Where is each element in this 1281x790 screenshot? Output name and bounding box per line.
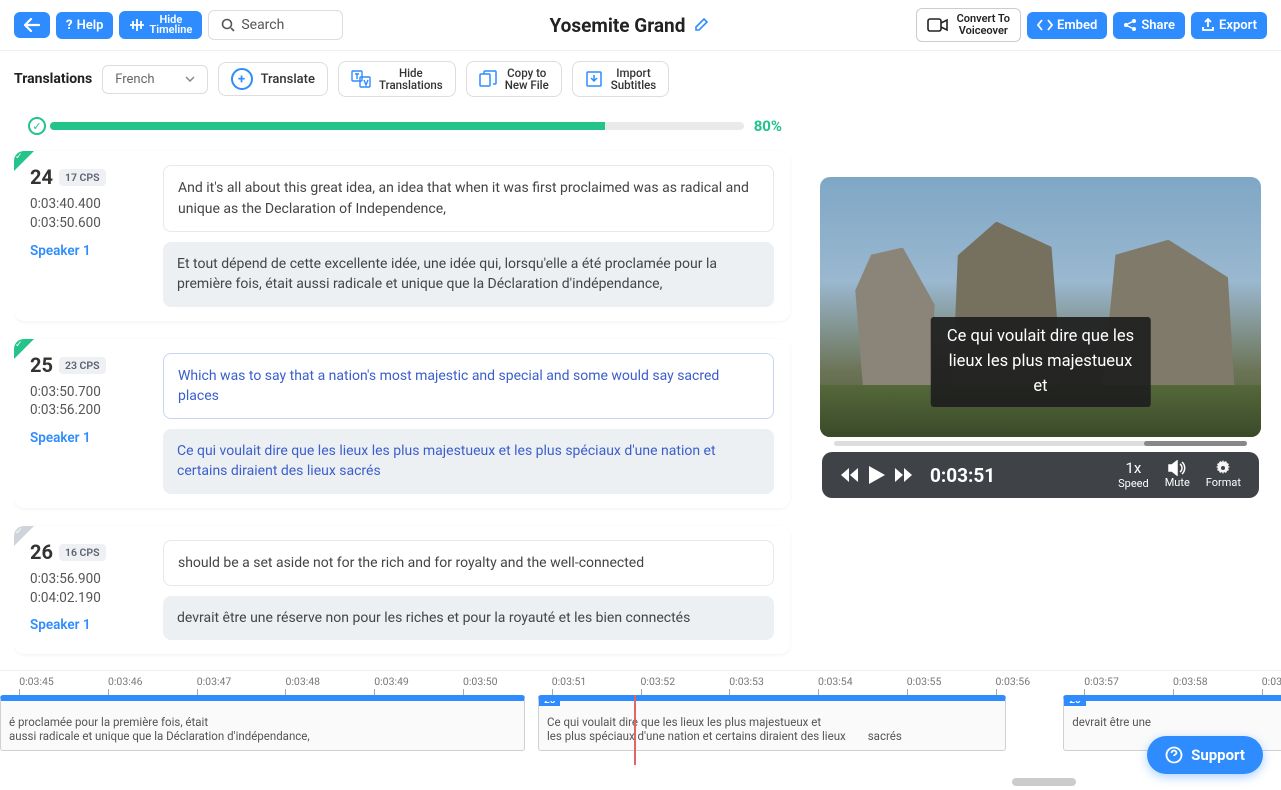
- ruler-tick: 0:03:57: [1084, 675, 1119, 688]
- ruler-tick: 0:03:49: [374, 675, 409, 688]
- original-text[interactable]: And it's all about this great idea, an i…: [163, 165, 774, 232]
- translated-text[interactable]: Et tout dépend de cette excellente idée,…: [163, 242, 774, 307]
- subtitle-meta: 2523 CPS 0:03:50.7000:03:56.200 Speaker …: [30, 353, 145, 494]
- share-button[interactable]: Share: [1113, 12, 1185, 39]
- progress-percent: 80%: [754, 117, 782, 135]
- playhead[interactable]: [634, 695, 636, 765]
- subtitle-meta: 2616 CPS 0:03:56.9000:04:02.190 Speaker …: [30, 540, 145, 641]
- hide-translations-button[interactable]: HideTranslations: [338, 61, 456, 97]
- embed-button[interactable]: Embed: [1027, 12, 1107, 39]
- timeline[interactable]: 0:03:45 0:03:46 0:03:47 0:03:48 0:03:49 0:03:…: [0, 670, 1281, 790]
- chevron-down-icon: [185, 76, 195, 82]
- help-button[interactable]: ? Help: [56, 12, 113, 39]
- search-input[interactable]: Search: [208, 10, 343, 40]
- hide-timeline-button[interactable]: HideTimeline: [119, 11, 202, 39]
- speed-control[interactable]: 1xSpeed: [1118, 460, 1149, 490]
- code-icon: [1037, 19, 1053, 31]
- translated-text[interactable]: devrait être une réserve non pour les ri…: [163, 596, 774, 640]
- original-text[interactable]: Which was to say that a nation's most ma…: [163, 353, 774, 420]
- ruler-tick: 0:03:53: [729, 675, 764, 688]
- clip-number: 26: [1064, 695, 1085, 706]
- gear-icon: [1215, 460, 1231, 476]
- subtitle-card[interactable]: 2523 CPS 0:03:50.7000:03:56.200 Speaker …: [14, 339, 790, 508]
- timecode: 0:03:56.9000:04:02.190: [30, 570, 145, 608]
- support-button[interactable]: Support: [1147, 736, 1263, 774]
- ruler-tick: 0:03:51: [552, 675, 587, 688]
- export-button[interactable]: Export: [1191, 12, 1267, 39]
- video-caption: Ce qui voulait dire que les lieux les pl…: [930, 317, 1151, 407]
- translations-label: Translations: [14, 71, 92, 87]
- ruler-tick: 0:03:45: [19, 675, 54, 688]
- ruler-tick: 0:03:50: [463, 675, 498, 688]
- project-title: Yosemite Grand: [349, 14, 909, 37]
- timeline-icon: [129, 18, 145, 32]
- edit-icon[interactable]: [693, 17, 709, 33]
- timeline-ruler: 0:03:45 0:03:46 0:03:47 0:03:48 0:03:49 0:03:…: [0, 671, 1281, 695]
- ruler-tick: 0:03:52: [641, 675, 676, 688]
- ruler-tick: 0:03:47: [197, 675, 232, 688]
- progress-bar: ✓ 80%: [14, 107, 800, 145]
- timecode: 0:03:50.7000:03:56.200: [30, 383, 145, 421]
- player-time: 0:03:51: [930, 464, 995, 487]
- status-ribbon: [14, 526, 34, 546]
- progress-track[interactable]: [50, 122, 744, 130]
- translate-button[interactable]: + Translate: [218, 62, 328, 96]
- export-icon: [1201, 18, 1215, 32]
- video-icon: [927, 17, 949, 33]
- format-control[interactable]: Format: [1206, 460, 1241, 490]
- speaker-label[interactable]: Speaker 1: [30, 430, 145, 446]
- language-icon: [351, 70, 371, 88]
- arrow-left-icon: [24, 18, 40, 32]
- ruler-tick: 0:03:48: [285, 675, 320, 688]
- timecode: 0:03:40.4000:03:50.600: [30, 195, 145, 233]
- forward-icon[interactable]: [894, 467, 914, 483]
- cps-badge: 23 CPS: [59, 357, 106, 374]
- top-bar: ? Help HideTimeline Search Yosemite Gran…: [0, 0, 1281, 51]
- status-ribbon: [14, 339, 34, 359]
- cps-badge: 16 CPS: [59, 544, 106, 561]
- copy-new-file-button[interactable]: Copy toNew File: [466, 61, 562, 97]
- video-scrubber[interactable]: [834, 441, 1247, 446]
- check-icon: ✓: [28, 117, 46, 135]
- play-icon[interactable]: [868, 465, 886, 485]
- speaker-label[interactable]: Speaker 1: [30, 243, 145, 259]
- ruler-tick: 0:03:46: [108, 675, 143, 688]
- rewind-icon[interactable]: [840, 467, 860, 483]
- status-ribbon: [14, 151, 34, 171]
- ruler-tick: 0:03:55: [907, 675, 942, 688]
- volume-icon: [1168, 460, 1186, 476]
- subtitle-card[interactable]: 2616 CPS 0:03:56.9000:04:02.190 Speaker …: [14, 526, 790, 655]
- original-text[interactable]: should be a set aside not for the rich a…: [163, 540, 774, 586]
- plus-icon: +: [231, 68, 253, 90]
- copy-icon: [479, 70, 497, 88]
- import-subtitles-button[interactable]: ImportSubtitles: [572, 61, 669, 97]
- share-icon: [1123, 18, 1137, 32]
- subtitle-list[interactable]: 2417 CPS 0:03:40.4000:03:50.600 Speaker …: [14, 145, 800, 665]
- back-button[interactable]: [14, 12, 50, 38]
- translated-text[interactable]: Ce qui voulait dire que les lieux les pl…: [163, 429, 774, 494]
- convert-voiceover-button[interactable]: Convert ToVoiceover: [916, 8, 1021, 42]
- speaker-label[interactable]: Speaker 1: [30, 617, 145, 633]
- video-preview[interactable]: Ce qui voulait dire que les lieux les pl…: [820, 177, 1261, 437]
- language-select[interactable]: French: [102, 65, 207, 94]
- mute-control[interactable]: Mute: [1165, 460, 1190, 490]
- timeline-scrollbar[interactable]: [0, 778, 1281, 786]
- question-icon: ?: [66, 18, 73, 33]
- import-icon: [585, 70, 603, 88]
- translations-toolbar: Translations French + Translate HideTran…: [0, 51, 1281, 107]
- timeline-clip[interactable]: 25Ce qui voulait dire que les lieux les …: [538, 695, 1006, 751]
- subtitle-card[interactable]: 2417 CPS 0:03:40.4000:03:50.600 Speaker …: [14, 151, 790, 320]
- clip-number: 25: [539, 695, 560, 706]
- ruler-tick: 0:03:56: [996, 675, 1031, 688]
- help-icon: [1165, 746, 1183, 764]
- cps-badge: 17 CPS: [59, 169, 106, 186]
- ruler-tick: 0:03:54: [818, 675, 853, 688]
- ruler-tick: 0:03:58: [1173, 675, 1208, 688]
- timeline-clip[interactable]: é proclamée pour la première fois, était…: [0, 695, 525, 751]
- subtitle-meta: 2417 CPS 0:03:40.4000:03:50.600 Speaker …: [30, 165, 145, 306]
- ruler-tick: 0:03:59: [1262, 675, 1281, 688]
- search-icon: [221, 18, 235, 32]
- player-controls: 0:03:51 1xSpeed Mute Format: [822, 452, 1259, 498]
- timeline-tracks[interactable]: é proclamée pour la première fois, était…: [0, 695, 1281, 765]
